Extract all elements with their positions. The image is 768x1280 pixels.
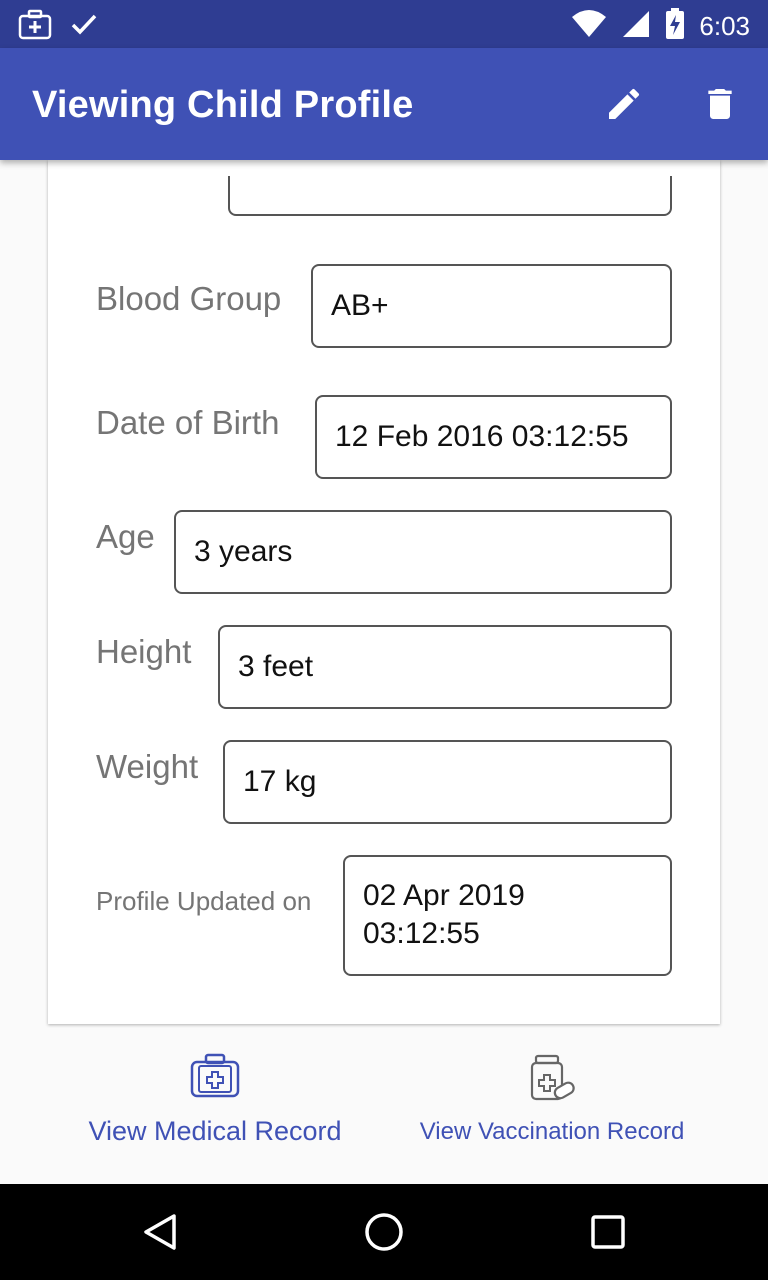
blood-group-label: Blood Group: [96, 280, 282, 317]
navigation-bar: [0, 1184, 768, 1280]
date-of-birth-label: Date of Birth: [96, 404, 280, 441]
profile-updated-label: Profile Updated on: [96, 886, 312, 916]
medicine-bottle-icon: [530, 1054, 575, 1101]
profile-card: Blood Group AB+ Date of Birth 12 Feb 201…: [48, 160, 720, 1024]
home-button[interactable]: [360, 1208, 408, 1256]
status-time: 6:03: [699, 11, 750, 41]
battery-charging-icon: [665, 8, 685, 45]
recents-icon: [591, 1215, 625, 1249]
delete-button[interactable]: [698, 82, 742, 126]
check-icon: [70, 12, 98, 41]
weight-label: Weight: [96, 748, 199, 785]
medical-kit-icon: [190, 1053, 240, 1098]
wifi-icon: [571, 9, 607, 44]
bottom-actions: View Medical Record View Vaccination Rec…: [0, 1040, 768, 1184]
profile-updated-field: 02 Apr 2019 03:12:55: [343, 855, 672, 976]
scrolled-field: [228, 176, 672, 216]
page-title: Viewing Child Profile: [32, 84, 414, 126]
home-icon: [365, 1213, 403, 1251]
weight-field: 17 kg: [223, 740, 672, 824]
delete-icon: [708, 89, 732, 119]
height-field: 3 feet: [218, 625, 672, 709]
age-label: Age: [96, 518, 155, 555]
edit-icon: [609, 88, 640, 119]
date-of-birth-field: 12 Feb 2016 03:12:55: [315, 395, 672, 479]
edit-button[interactable]: [602, 82, 646, 126]
medical-kit-icon: [18, 8, 52, 45]
back-button[interactable]: [136, 1208, 184, 1256]
recents-button[interactable]: [584, 1208, 632, 1256]
view-medical-record-button[interactable]: View Medical Record: [84, 1052, 346, 1147]
view-vaccination-record-label: View Vaccination Record: [419, 1118, 685, 1145]
cell-signal-icon: [621, 9, 651, 44]
back-icon: [144, 1214, 176, 1250]
app-bar: Viewing Child Profile: [0, 48, 768, 160]
status-bar: 6:03: [0, 0, 768, 48]
height-label: Height: [96, 633, 192, 670]
view-medical-record-label: View Medical Record: [88, 1116, 342, 1146]
view-vaccination-record-button[interactable]: View Vaccination Record: [418, 1054, 686, 1146]
age-field: 3 years: [174, 510, 672, 594]
blood-group-field: AB+: [311, 264, 672, 348]
